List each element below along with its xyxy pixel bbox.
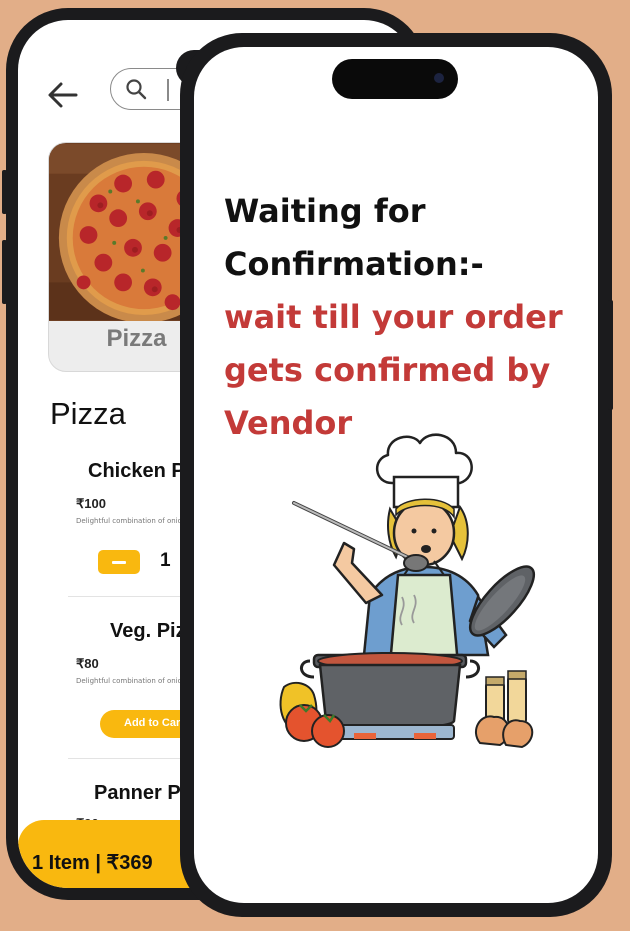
- item-price: ₹80: [76, 656, 99, 671]
- decrease-quantity-button[interactable]: [98, 550, 140, 574]
- headline-line: Confirmation:-: [224, 245, 484, 283]
- item-price: ₹100: [76, 496, 106, 511]
- back-arrow-icon[interactable]: [46, 78, 80, 112]
- waiting-headline: Waiting for Confirmation:-: [224, 185, 584, 291]
- quantity-value: 1: [160, 550, 171, 571]
- side-button: [608, 300, 613, 410]
- headline-line: Waiting for: [224, 192, 426, 230]
- side-button: [2, 240, 7, 304]
- cart-summary: 1 Item | ₹369: [32, 852, 153, 874]
- side-button: [2, 170, 7, 214]
- dynamic-island: [332, 59, 458, 99]
- section-title: Pizza: [50, 396, 126, 431]
- front-phone: Waiting for Confirmation:- wait till you…: [180, 33, 612, 917]
- search-icon: [126, 79, 147, 100]
- search-separator: [167, 79, 169, 101]
- waiting-screen: Waiting for Confirmation:- wait till you…: [194, 47, 598, 903]
- chef-cooking-illustration: [279, 433, 536, 749]
